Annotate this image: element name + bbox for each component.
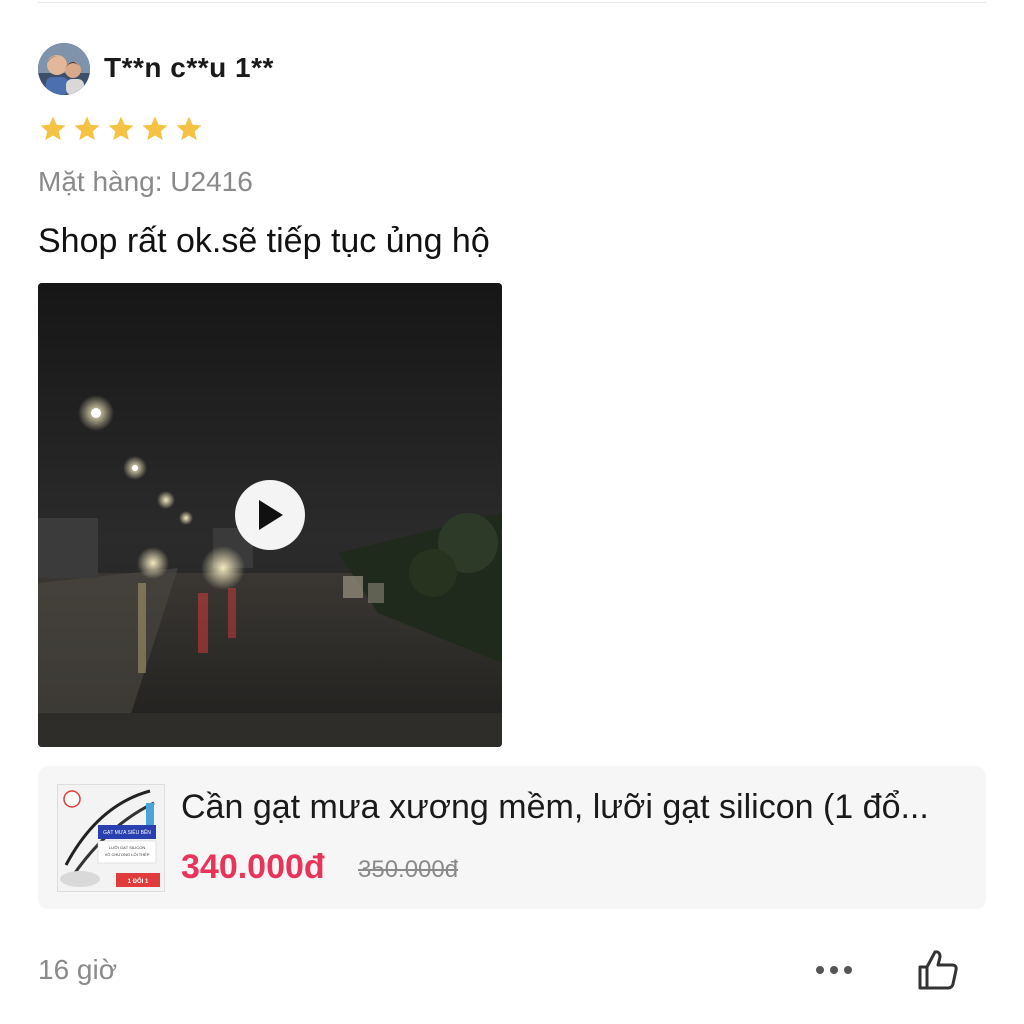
star-icon xyxy=(74,116,100,141)
product-name[interactable]: Cần gạt mưa xương mềm, lưỡi gạt silicon … xyxy=(181,788,971,827)
star-icon xyxy=(142,116,168,141)
variant-label: Mặt hàng: U2416 xyxy=(38,166,253,197)
review-video[interactable] xyxy=(38,283,502,747)
star-icon xyxy=(108,116,134,141)
thumb-badge: 1 ĐỔI 1 xyxy=(128,878,149,885)
star-icon xyxy=(40,116,66,141)
more-dots-icon xyxy=(816,966,824,974)
rating-stars xyxy=(38,114,204,144)
review-comment: Shop rất ok.sẽ tiếp tục ủng hộ xyxy=(38,222,490,260)
avatar-photo xyxy=(38,43,90,95)
star-icon xyxy=(176,116,202,141)
wiper-product-image: GẠT MƯA SIÊU BỀN LƯỠI GẠT SILICON VÔ CHƯ… xyxy=(58,785,164,891)
top-divider xyxy=(38,2,986,3)
play-icon xyxy=(259,500,283,530)
username[interactable]: T**n c**u 1** xyxy=(104,52,274,84)
product-price: 340.000đ xyxy=(181,848,325,886)
thumbs-up-icon xyxy=(918,950,958,990)
avatar[interactable] xyxy=(38,43,90,95)
product-thumbnail: GẠT MƯA SIÊU BỀN LƯỠI GẠT SILICON VÔ CHƯ… xyxy=(57,784,165,892)
thumb-line1: LƯỠI GẠT SILICON xyxy=(109,845,146,850)
more-dots-icon xyxy=(830,966,838,974)
product-card[interactable]: GẠT MƯA SIÊU BỀN LƯỠI GẠT SILICON VÔ CHƯ… xyxy=(38,766,986,909)
thumb-banner: GẠT MƯA SIÊU BỀN xyxy=(103,828,151,836)
thumb-line2: VÔ CHƯƠNG LỖI THÉP xyxy=(105,852,150,857)
product-original-price: 350.000đ xyxy=(358,856,459,883)
like-button[interactable] xyxy=(914,946,962,994)
more-button[interactable] xyxy=(808,950,860,990)
review-time: 16 giờ xyxy=(38,954,118,985)
play-button[interactable] xyxy=(235,480,305,550)
more-dots-icon xyxy=(844,966,852,974)
